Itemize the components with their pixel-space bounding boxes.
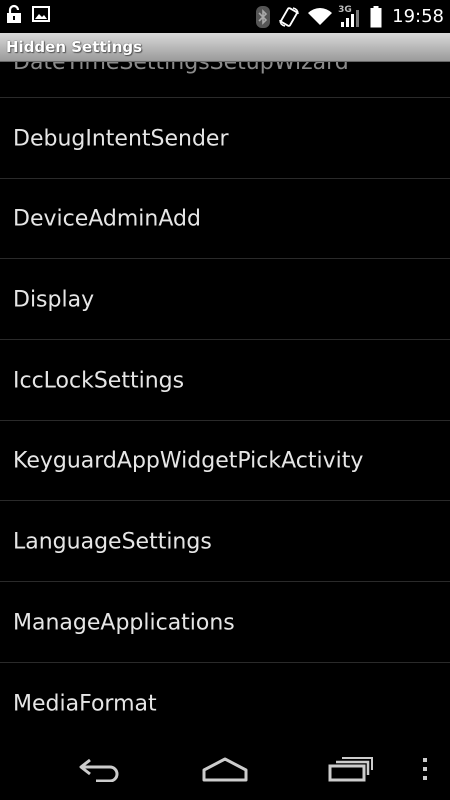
navigation-bar — [0, 742, 450, 800]
list-item[interactable]: IccLockSettings — [0, 341, 450, 421]
signal-icon: 3G — [338, 4, 362, 27]
list-item[interactable]: KeyguardAppWidgetPickActivity — [0, 421, 450, 501]
bluetooth-icon — [256, 5, 271, 28]
list-item[interactable]: Display — [0, 260, 450, 340]
list-item-label: KeyguardAppWidgetPickActivity — [13, 448, 364, 473]
list-item-label: DeviceAdminAdd — [13, 206, 201, 231]
list-item-label: MediaFormat — [13, 691, 157, 717]
page-title: Hidden Settings — [6, 38, 143, 56]
title-bar: Hidden Settings — [0, 33, 450, 62]
list-item[interactable]: DeviceAdminAdd — [0, 179, 450, 259]
back-icon — [78, 756, 122, 786]
screen: 3G 19:58 Hidden Settings DateTimeSetting… — [0, 0, 450, 800]
recent-apps-icon — [328, 756, 374, 786]
overflow-menu-icon — [421, 757, 429, 785]
image-icon — [32, 6, 50, 22]
wifi-icon — [308, 7, 333, 26]
recent-apps-button[interactable] — [311, 742, 391, 800]
home-button[interactable] — [185, 742, 265, 800]
list-item[interactable]: ManageApplications — [0, 583, 450, 663]
network-type-label: 3G — [338, 4, 352, 15]
status-bar: 3G 19:58 — [0, 0, 450, 33]
list-item-label: Display — [13, 287, 95, 312]
home-icon — [201, 756, 249, 786]
list-item[interactable]: DebugIntentSender — [0, 99, 450, 179]
list-item-label: DateTimeSettingsSetupWizard — [13, 62, 349, 75]
battery-icon — [370, 5, 382, 28]
list-item-label: DebugIntentSender — [13, 126, 229, 151]
overflow-menu-button[interactable] — [410, 742, 440, 800]
list-item[interactable]: MediaFormat — [0, 664, 450, 742]
list-item[interactable]: DateTimeSettingsSetupWizard — [0, 62, 450, 98]
list-item-label: IccLockSettings — [13, 368, 185, 393]
settings-list[interactable]: DateTimeSettingsSetupWizard DebugIntentS… — [0, 62, 450, 742]
status-bar-right: 3G 19:58 — [256, 0, 444, 33]
list-item-label: LanguageSettings — [13, 529, 212, 554]
list-item[interactable]: LanguageSettings — [0, 502, 450, 582]
unlock-icon — [6, 4, 22, 24]
rotate-icon — [278, 6, 300, 28]
status-bar-left — [6, 4, 50, 24]
back-button[interactable] — [60, 742, 140, 800]
status-time: 19:58 — [392, 6, 444, 27]
list-item-label: ManageApplications — [13, 610, 235, 635]
